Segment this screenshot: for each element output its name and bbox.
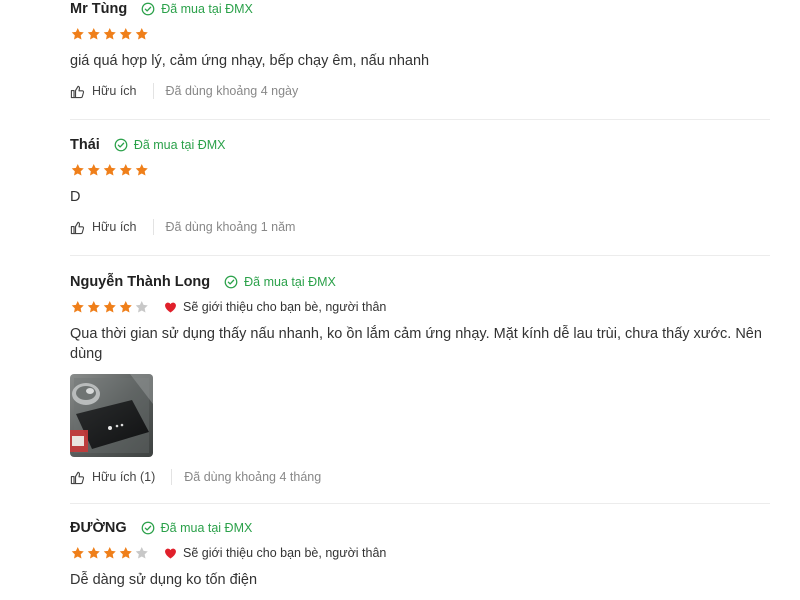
review-item: Nguyễn Thành Long Đã mua tại ĐMX Sẽ giới… — [70, 271, 770, 504]
heart-icon — [164, 301, 177, 314]
star-filled-icon — [86, 27, 102, 41]
thumbs-up-icon — [70, 84, 85, 99]
review-footer: Hữu ích (1) Đã dùng khoảng 4 tháng — [70, 467, 770, 487]
star-rating — [70, 300, 150, 314]
heart-icon — [164, 547, 177, 560]
star-filled-icon — [86, 546, 102, 560]
star-empty-icon — [134, 300, 150, 314]
rating-row: Sẽ giới thiệu cho bạn bè, người thân — [70, 544, 770, 562]
review-header: Nguyễn Thành Long Đã mua tại ĐMX — [70, 271, 770, 293]
helpful-label: Hữu ích — [92, 220, 137, 234]
recommend-badge: Sẽ giới thiệu cho bạn bè, người thân — [164, 546, 386, 560]
review-text: Qua thời gian sử dụng thấy nấu nhanh, ko… — [70, 326, 762, 362]
star-filled-icon — [102, 300, 118, 314]
review-footer: Hữu ích Đã dùng khoảng 4 ngày — [70, 81, 770, 101]
review-text: Dễ dàng sử dụng ko tốn điện — [70, 572, 258, 588]
review-item: Thái Đã mua tại ĐMX D Hữu ích Đã dùng kh… — [70, 134, 770, 256]
rating-row — [70, 161, 770, 179]
review-text: D — [70, 189, 81, 205]
review-item: ĐƯỜNG Đã mua tại ĐMX Sẽ giới thiệu cho b… — [70, 517, 770, 600]
divider — [152, 83, 154, 99]
star-filled-icon — [118, 27, 134, 41]
verified-label: Đã mua tại ĐMX — [133, 138, 226, 152]
recommend-badge: Sẽ giới thiệu cho bạn bè, người thân — [164, 300, 386, 314]
review-header: Mr Tùng Đã mua tại ĐMX — [70, 0, 770, 20]
helpful-label: Hữu ích (1) — [92, 470, 156, 484]
verified-badge: Đã mua tại ĐMX — [141, 521, 253, 535]
star-rating — [70, 546, 150, 560]
star-rating — [70, 163, 150, 177]
divider — [171, 469, 173, 485]
star-filled-icon — [102, 27, 118, 41]
helpful-label: Hữu ích — [92, 84, 137, 98]
star-filled-icon — [118, 163, 134, 177]
review-header: ĐƯỜNG Đã mua tại ĐMX — [70, 517, 770, 539]
star-filled-icon — [102, 546, 118, 560]
rating-row: Sẽ giới thiệu cho bạn bè, người thân — [70, 298, 770, 316]
recommend-label: Sẽ giới thiệu cho bạn bè, người thân — [183, 546, 387, 560]
helpful-button[interactable]: Hữu ích (1) — [70, 470, 155, 485]
reviewer-name: Mr Tùng — [70, 1, 128, 17]
star-filled-icon — [118, 300, 134, 314]
recommend-label: Sẽ giới thiệu cho bạn bè, người thân — [183, 300, 387, 314]
check-circle-icon — [224, 275, 238, 289]
usage-duration: Đã dùng khoảng 4 ngày — [165, 84, 299, 98]
star-filled-icon — [134, 163, 150, 177]
check-circle-icon — [114, 138, 128, 152]
star-filled-icon — [102, 163, 118, 177]
review-footer: Hữu ích Đã dùng khoảng 1 năm — [70, 217, 770, 237]
star-filled-icon — [134, 27, 150, 41]
verified-label: Đã mua tại ĐMX — [160, 521, 253, 535]
review-text: giá quá hợp lý, cảm ứng nhạy, bếp chạy ê… — [70, 53, 430, 69]
review-item: Mr Tùng Đã mua tại ĐMX giá quá hợp lý, c… — [70, 0, 770, 120]
reviewer-name: Thái — [70, 137, 100, 153]
review-header: Thái Đã mua tại ĐMX — [70, 134, 770, 156]
star-rating — [70, 27, 150, 41]
verified-label: Đã mua tại ĐMX — [244, 275, 336, 289]
helpful-button[interactable]: Hữu ích — [70, 220, 137, 235]
review-photo-thumbnail[interactable] — [70, 374, 153, 457]
helpful-button[interactable]: Hữu ích — [70, 84, 137, 99]
verified-label: Đã mua tại ĐMX — [161, 2, 253, 16]
reviewer-name: ĐƯỜNG — [70, 520, 127, 536]
star-filled-icon — [86, 163, 102, 177]
check-circle-icon — [141, 2, 155, 16]
check-circle-icon — [141, 521, 155, 535]
divider — [152, 219, 154, 235]
verified-badge: Đã mua tại ĐMX — [224, 275, 336, 289]
star-filled-icon — [70, 27, 86, 41]
rating-row — [70, 25, 770, 43]
thumbs-up-icon — [70, 220, 85, 235]
verified-badge: Đã mua tại ĐMX — [114, 138, 226, 152]
reviewer-name: Nguyễn Thành Long — [70, 274, 211, 290]
verified-badge: Đã mua tại ĐMX — [141, 2, 253, 16]
usage-duration: Đã dùng khoảng 1 năm — [165, 220, 296, 234]
star-filled-icon — [70, 163, 86, 177]
usage-duration: Đã dùng khoảng 4 tháng — [184, 470, 322, 484]
star-empty-icon — [134, 546, 150, 560]
star-filled-icon — [118, 546, 134, 560]
star-filled-icon — [70, 300, 86, 314]
star-filled-icon — [86, 300, 102, 314]
thumbs-up-icon — [70, 470, 85, 485]
star-filled-icon — [70, 546, 86, 560]
